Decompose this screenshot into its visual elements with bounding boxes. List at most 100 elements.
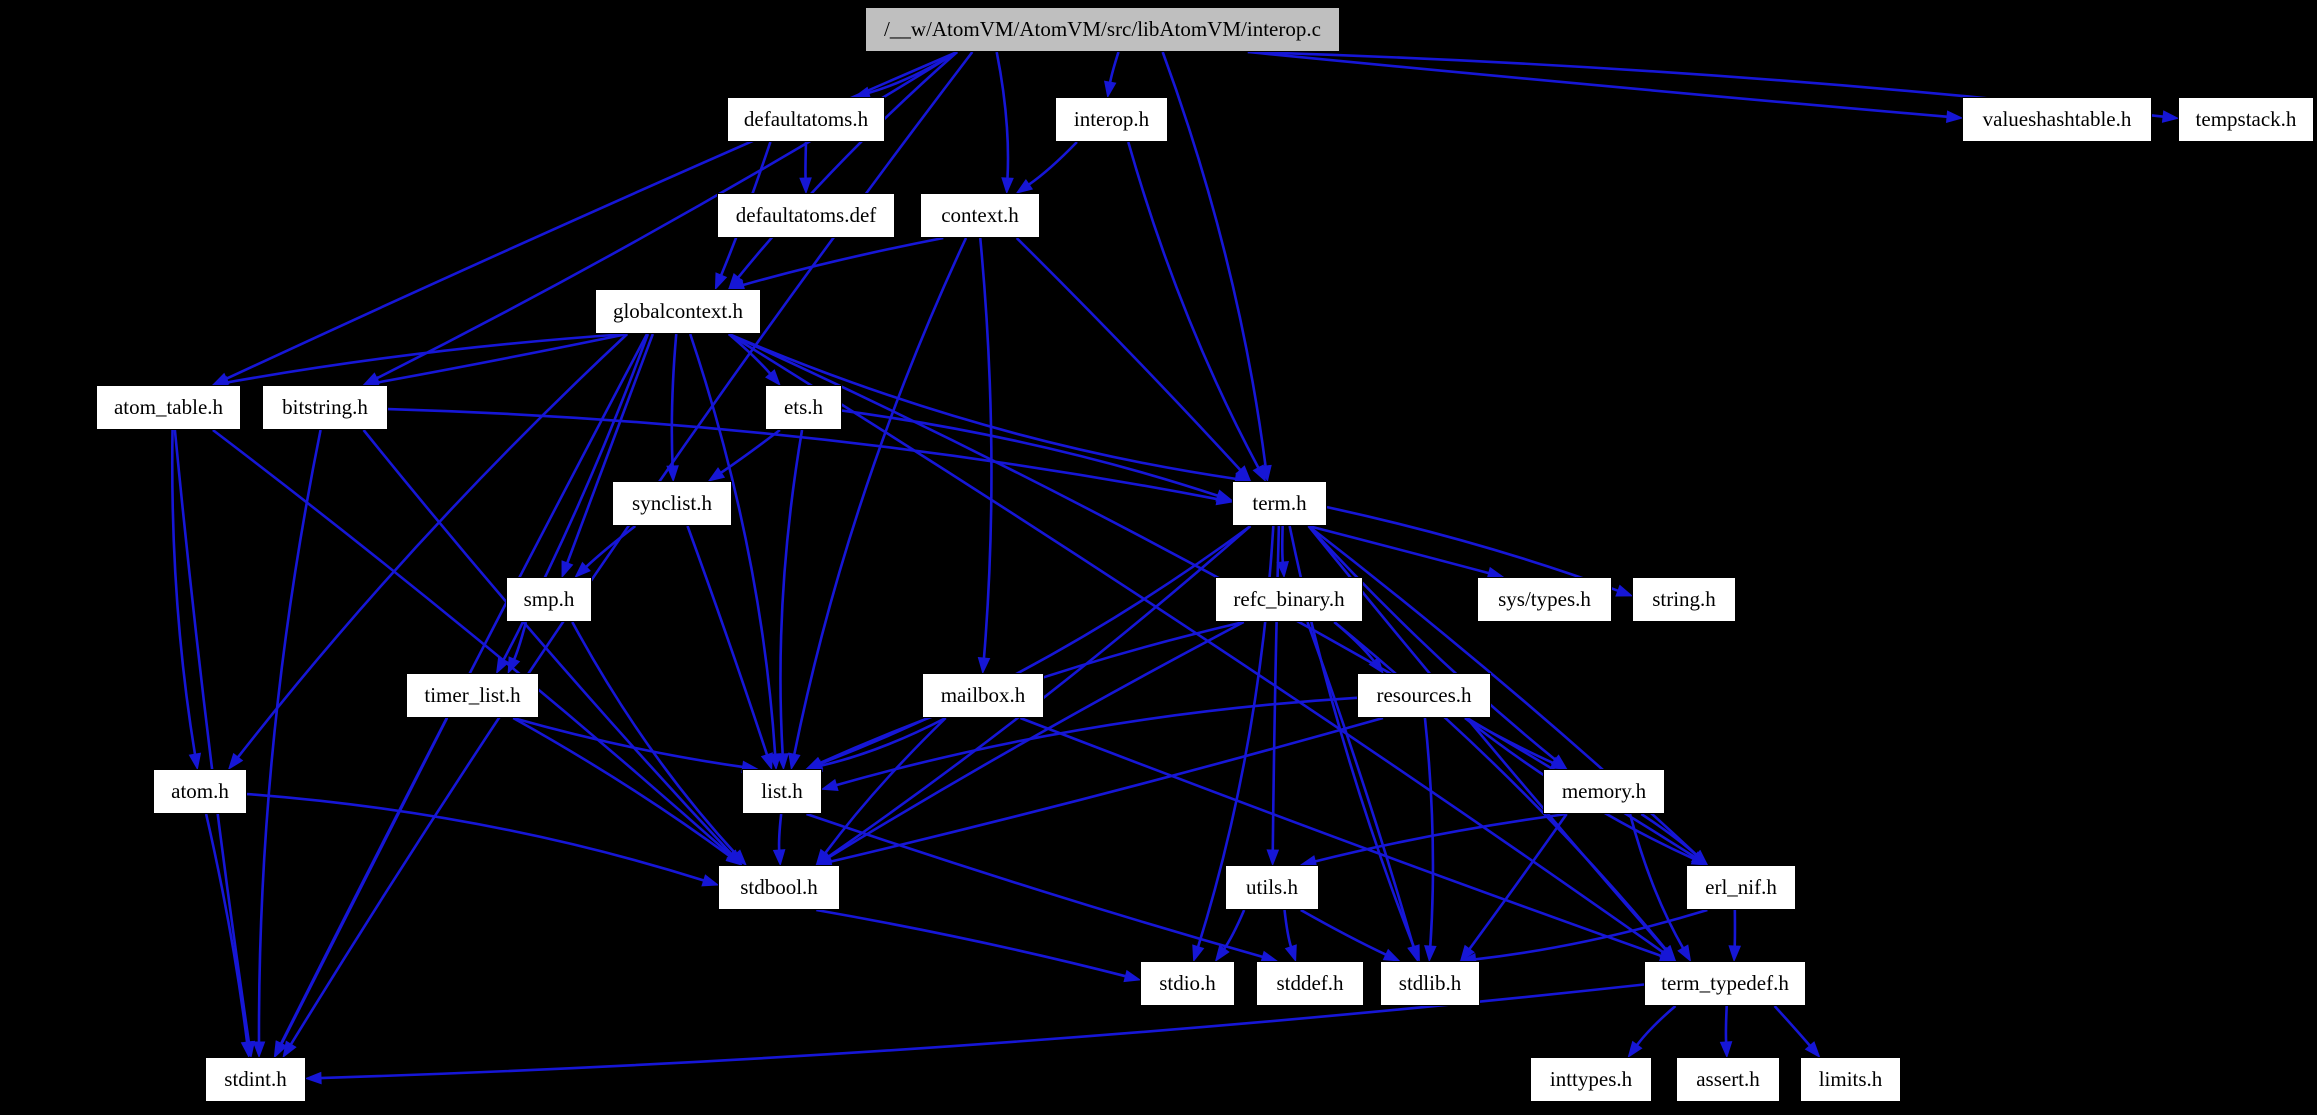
graph-edge (561, 333, 655, 579)
graph-edge (252, 429, 322, 1059)
graph-node-valueshashtable-h[interactable]: valueshashtable.h (1962, 97, 2152, 142)
graph-edge (727, 333, 781, 387)
graph-node-root[interactable]: /__w/AtomVM/AtomVM/src/libAtomVM/interop… (865, 7, 1340, 52)
graph-node-label: sys/types.h (1498, 587, 1591, 611)
graph-edge (1127, 141, 1267, 483)
graph-edge (776, 429, 804, 771)
graph-edge (1308, 524, 1505, 580)
graph-edge (686, 525, 773, 771)
graph-edge (815, 620, 1245, 866)
graph-node-string-h[interactable]: string.h (1632, 577, 1736, 622)
graph-node-mailbox-h[interactable]: mailbox.h (922, 673, 1044, 718)
graph-node-globalcontext-h[interactable]: globalcontext.h (595, 289, 761, 334)
graph-node-interop-h[interactable]: interop.h (1055, 97, 1168, 142)
graph-node-label: stdint.h (224, 1067, 287, 1091)
graph-edge (1103, 51, 1120, 99)
graph-edge (772, 813, 786, 867)
graph-node-resources-h[interactable]: resources.h (1357, 673, 1491, 718)
graph-node-sys-types-h[interactable]: sys/types.h (1477, 577, 1612, 622)
graph-node-ets-h[interactable]: ets.h (765, 385, 842, 430)
graph-node-label: smp.h (523, 587, 575, 611)
graph-edge (805, 524, 1252, 770)
graph-node-label: atom.h (171, 779, 229, 803)
graph-node-term-typedef-h[interactable]: term_typedef.h (1644, 961, 1806, 1006)
graph-node-label: assert.h (1696, 1067, 1760, 1091)
graph-node-utils-h[interactable]: utils.h (1225, 865, 1319, 910)
graph-node-stdbool-h[interactable]: stdbool.h (718, 865, 840, 910)
graph-node-inttypes-h[interactable]: inttypes.h (1530, 1057, 1652, 1102)
graph-edge (727, 236, 944, 291)
graph-edge (362, 332, 628, 389)
graph-node-label: globalcontext.h (612, 299, 744, 323)
graph-edge (1283, 909, 1297, 963)
graph-node-defaultatoms-h[interactable]: defaultatoms.h (727, 97, 885, 142)
graph-edge (1015, 141, 1078, 194)
include-dependency-graph: /__w/AtomVM/AtomVM/src/libAtomVM/interop… (0, 0, 2317, 1115)
graph-edge (707, 428, 781, 482)
graph-edge (1719, 1005, 1733, 1059)
graph-node-label: memory.h (1561, 779, 1647, 803)
graph-node-label: defaultatoms.def (735, 203, 877, 227)
graph-edge (1627, 1005, 1677, 1059)
graph-node-label: /__w/AtomVM/AtomVM/src/libAtomVM/interop… (884, 17, 1321, 41)
graph-edge (274, 717, 449, 1059)
graph-node-label: mailbox.h (940, 683, 1026, 707)
graph-node-atom-table-h[interactable]: atom_table.h (96, 385, 241, 430)
graph-node-label: interop.h (1073, 107, 1150, 131)
graph-node-label: stddef.h (1276, 971, 1344, 995)
graph-edge (1015, 237, 1252, 483)
graph-node-stddef-h[interactable]: stddef.h (1256, 961, 1364, 1006)
graph-node-stdlib-h[interactable]: stdlib.h (1380, 961, 1480, 1006)
graph-node-label: stdbool.h (740, 875, 818, 899)
graph-node-limits-h[interactable]: limits.h (1800, 1057, 1901, 1102)
graph-node-term-h[interactable]: term.h (1232, 481, 1327, 526)
graph-edge (841, 409, 1234, 502)
graph-edge (1161, 51, 1272, 483)
graph-edge (574, 524, 637, 578)
graph-edge (1423, 717, 1437, 963)
graph-node-label: utils.h (1246, 875, 1298, 899)
graph-node-label: limits.h (1818, 1067, 1883, 1091)
graph-node-bitstring-h[interactable]: bitstring.h (262, 385, 388, 430)
graph-node-label: resources.h (1376, 683, 1472, 707)
graph-edge (806, 812, 1279, 963)
graph-node-erl-nif-h[interactable]: erl_nif.h (1686, 865, 1796, 910)
graph-node-synclist-h[interactable]: synclist.h (612, 481, 732, 526)
graph-node-tempstack-h[interactable]: tempstack.h (2178, 97, 2314, 142)
graph-node-memory-h[interactable]: memory.h (1543, 769, 1665, 814)
graph-node-label: stdio.h (1159, 971, 1216, 995)
graph-node-assert-h[interactable]: assert.h (1676, 1057, 1780, 1102)
graph-edge (1728, 909, 1742, 963)
graph-node-label: list.h (761, 779, 803, 803)
graph-node-label: stdlib.h (1398, 971, 1462, 995)
graph-node-label: tempstack.h (2195, 107, 2297, 131)
graph-node-label: bitstring.h (282, 395, 368, 419)
graph-node-label: atom_table.h (113, 395, 224, 419)
graph-node-label: synclist.h (632, 491, 712, 515)
graph-node-label: string.h (1652, 587, 1716, 611)
graph-edge (1773, 1005, 1821, 1059)
graph-node-refc-binary-h[interactable]: refc_binary.h (1215, 577, 1363, 622)
graph-edge (246, 792, 720, 887)
graph-node-list-h[interactable]: list.h (742, 769, 822, 814)
graph-node-stdint-h[interactable]: stdint.h (205, 1057, 306, 1102)
graph-node-stdio-h[interactable]: stdio.h (1140, 961, 1235, 1006)
graph-node-label: ets.h (783, 395, 824, 419)
graph-node-label: context.h (941, 203, 1019, 227)
graph-node-label: timer_list.h (424, 683, 521, 707)
graph-node-smp-h[interactable]: smp.h (506, 577, 592, 622)
graph-edge (995, 51, 1014, 195)
graph-edge (211, 332, 628, 389)
graph-edge (173, 429, 256, 1059)
graph-node-atom-h[interactable]: atom.h (153, 769, 247, 814)
graph-edge (571, 621, 747, 867)
graph-node-context-h[interactable]: context.h (920, 193, 1040, 238)
graph-node-timer-list-h[interactable]: timer_list.h (406, 673, 539, 718)
graph-node-label: term_typedef.h (1661, 971, 1789, 995)
graph-node-label: term.h (1252, 491, 1307, 515)
graph-node-defaultatoms-def[interactable]: defaultatoms.def (717, 193, 895, 238)
graph-edge (816, 908, 1142, 983)
graph-node-label: valueshashtable.h (1982, 107, 2132, 131)
graph-edge (799, 141, 812, 195)
graph-edge (727, 51, 959, 291)
